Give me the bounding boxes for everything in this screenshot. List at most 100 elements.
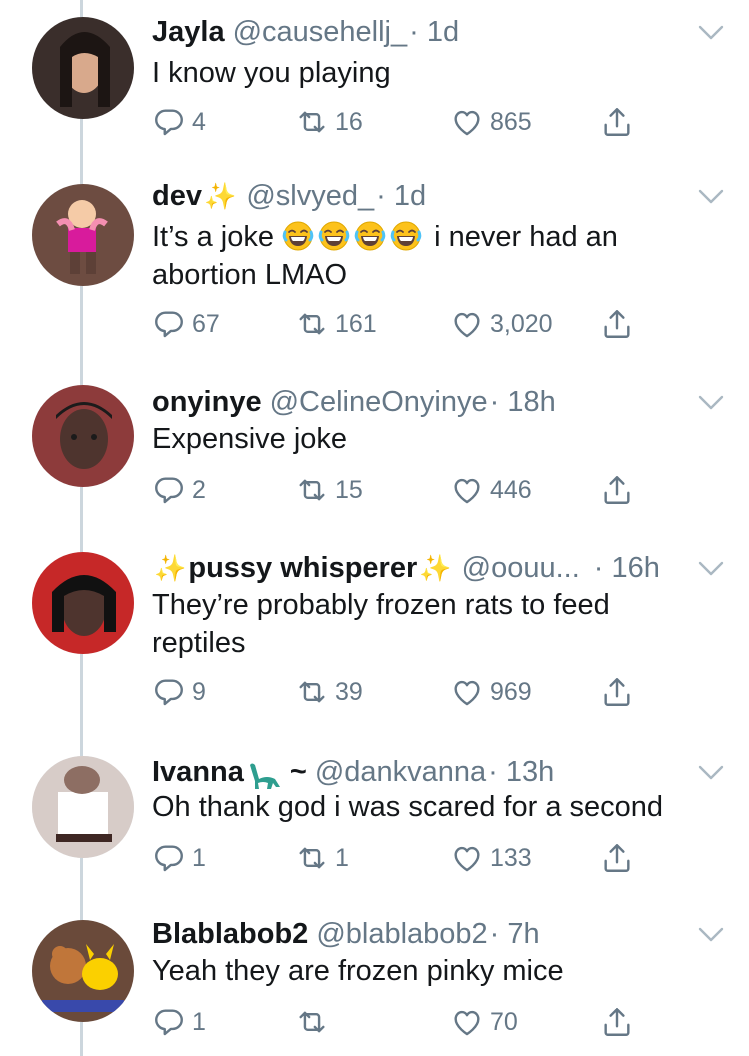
chevron-down-icon[interactable] — [697, 764, 725, 782]
timestamp[interactable]: · 1d — [376, 180, 426, 213]
display-name[interactable]: pussy whisperer — [188, 552, 417, 585]
like-button[interactable]: 865 — [450, 102, 532, 142]
share-button[interactable] — [600, 304, 640, 344]
reply-icon — [152, 105, 186, 139]
reply-icon — [152, 675, 186, 709]
tweet-actions: 2 15 446 — [152, 470, 749, 510]
laughing-emoji-icon — [354, 220, 386, 252]
avatar[interactable] — [32, 184, 134, 286]
chevron-down-icon[interactable] — [697, 394, 725, 412]
tweet[interactable]: onyinye @CelineOnyinye · 18h Expensive j… — [0, 380, 749, 530]
timestamp[interactable]: · 16h — [594, 552, 660, 585]
avatar[interactable] — [32, 552, 134, 654]
heart-icon — [450, 307, 484, 341]
chevron-down-icon[interactable] — [697, 188, 725, 206]
timestamp[interactable]: · 13h — [488, 756, 554, 789]
like-button[interactable]: 133 — [450, 838, 532, 878]
like-count: 3,020 — [490, 309, 553, 338]
handle[interactable]: @oouu... — [462, 552, 580, 585]
like-button[interactable]: 969 — [450, 672, 532, 712]
like-button[interactable]: 70 — [450, 1002, 518, 1042]
chevron-down-icon[interactable] — [697, 926, 725, 944]
display-name[interactable]: onyinye — [152, 386, 262, 419]
tweet-text: They’re probably frozen rats to feed rep… — [152, 586, 709, 662]
reply-count: 9 — [192, 677, 206, 706]
avatar[interactable] — [32, 17, 134, 119]
retweet-icon — [295, 307, 329, 341]
handle[interactable]: @causehellj_ — [233, 16, 408, 49]
sparkles-icon: ✨ — [154, 553, 187, 583]
tweet[interactable]: Blablabob2 @blablabob2 · 7h Yeah they ar… — [0, 912, 749, 1056]
avatar[interactable] — [32, 385, 134, 487]
timestamp[interactable]: · 18h — [490, 386, 556, 419]
retweet-icon — [295, 105, 329, 139]
tweet-actions: 67 161 3,020 — [152, 304, 749, 344]
retweet-icon — [295, 473, 329, 507]
tweet[interactable]: Ivanna ~ @dankvanna · 13h Oh thank god i… — [0, 750, 749, 900]
retweet-button[interactable]: 161 — [295, 304, 377, 344]
display-name[interactable]: dev — [152, 180, 202, 213]
retweet-button[interactable]: 16 — [295, 102, 363, 142]
share-icon — [600, 1005, 634, 1039]
retweet-button[interactable] — [295, 1002, 335, 1042]
share-button[interactable] — [600, 672, 640, 712]
share-button[interactable] — [600, 102, 640, 142]
share-button[interactable] — [600, 470, 640, 510]
share-icon — [600, 307, 634, 341]
tweet-text: It’s a joke i never had an abortion LMAO — [152, 218, 709, 294]
avatar[interactable] — [32, 920, 134, 1022]
tweet-header: dev ✨ @slvyed_ · 1d — [152, 180, 689, 220]
reply-button[interactable]: 67 — [152, 304, 220, 344]
reply-button[interactable]: 1 — [152, 1002, 206, 1042]
reply-button[interactable]: 9 — [152, 672, 206, 712]
share-icon — [600, 105, 634, 139]
retweet-button[interactable]: 39 — [295, 672, 363, 712]
tweet-text-part: It’s a joke — [152, 221, 274, 253]
sparkles-icon: ✨ — [419, 553, 452, 583]
tweet[interactable]: Jayla @causehellj_ · 1d I know you playi… — [0, 10, 749, 160]
reply-icon — [152, 473, 186, 507]
handle[interactable]: @blablabob2 — [316, 918, 487, 951]
heart-icon — [450, 105, 484, 139]
like-button[interactable]: 3,020 — [450, 304, 553, 344]
handle[interactable]: @CelineOnyinye — [270, 386, 488, 419]
heart-icon — [450, 675, 484, 709]
chevron-down-icon[interactable] — [697, 24, 725, 42]
reply-button[interactable]: 2 — [152, 470, 206, 510]
chevron-down-icon[interactable] — [697, 560, 725, 578]
laughing-emoji-icon — [282, 220, 314, 252]
share-button[interactable] — [600, 1002, 640, 1042]
heart-icon — [450, 473, 484, 507]
timestamp[interactable]: · 1d — [409, 16, 459, 49]
display-name[interactable]: Jayla — [152, 16, 225, 49]
like-count: 969 — [490, 677, 532, 706]
display-name[interactable]: Blablabob2 — [152, 918, 308, 951]
handle[interactable]: @slvyed_ — [246, 180, 374, 213]
reply-button[interactable]: 1 — [152, 838, 206, 878]
retweet-button[interactable]: 1 — [295, 838, 349, 878]
handle[interactable]: @dankvanna — [315, 756, 486, 789]
retweet-icon — [295, 675, 329, 709]
timestamp[interactable]: · 7h — [490, 918, 540, 951]
tweet[interactable]: dev ✨ @slvyed_ · 1d It’s a joke i never … — [0, 174, 749, 354]
reply-count: 67 — [192, 309, 220, 338]
reply-button[interactable]: 4 — [152, 102, 206, 142]
like-count: 446 — [490, 475, 532, 504]
retweet-button[interactable]: 15 — [295, 470, 363, 510]
heart-icon — [450, 841, 484, 875]
tweet[interactable]: ✨ pussy whisperer ✨ @oouu... · 16h They’… — [0, 546, 749, 726]
retweet-count: 161 — [335, 309, 377, 338]
tweet-header: Jayla @causehellj_ · 1d — [152, 16, 689, 56]
share-button[interactable] — [600, 838, 640, 878]
reply-count: 1 — [192, 1007, 206, 1036]
tweet-actions: 4 16 865 — [152, 102, 749, 142]
reply-count: 1 — [192, 843, 206, 872]
tweet-actions: 1 70 — [152, 1002, 749, 1042]
tweet-text: Expensive joke — [152, 423, 348, 455]
tweet-actions: 1 1 133 — [152, 838, 749, 878]
avatar[interactable] — [32, 756, 134, 858]
display-name[interactable]: Ivanna — [152, 756, 244, 789]
like-count: 865 — [490, 107, 532, 136]
like-button[interactable]: 446 — [450, 470, 532, 510]
laughing-emoji-icon — [318, 220, 350, 252]
